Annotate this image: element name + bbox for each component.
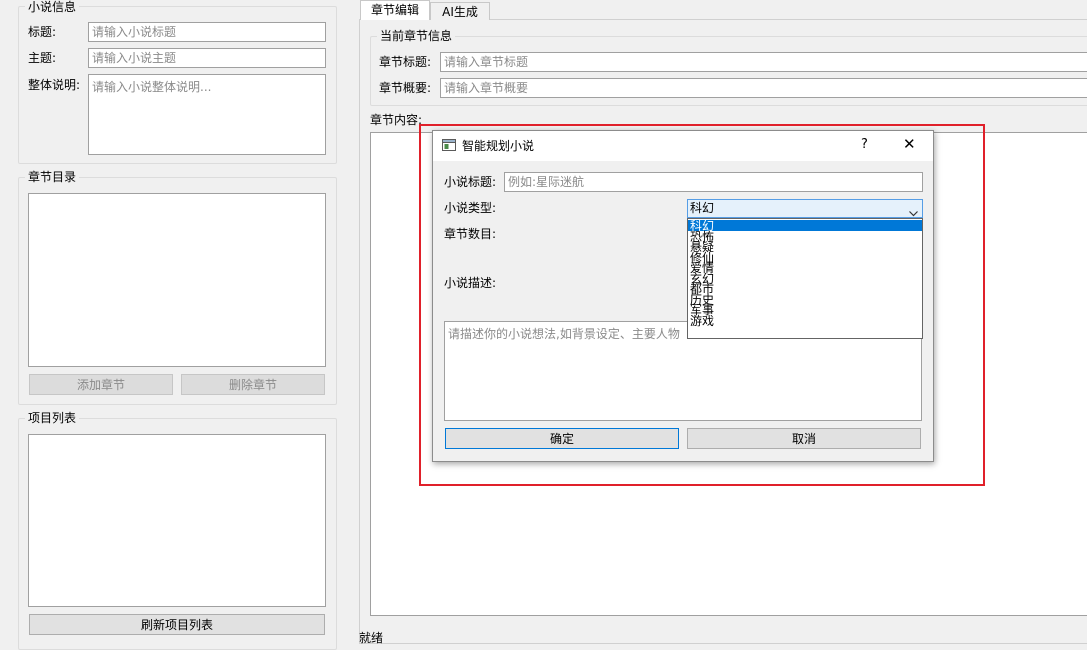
novel-theme-input[interactable] xyxy=(88,48,326,68)
current-chapter-group-title: 当前章节信息 xyxy=(377,29,456,43)
dialog-chapter-count-label: 章节数目: xyxy=(444,227,497,241)
tab-ai-generate[interactable]: AI生成 xyxy=(430,2,490,20)
project-list-group-title: 项目列表 xyxy=(25,411,80,425)
novel-type-option[interactable]: 悬疑 xyxy=(688,241,922,252)
novel-desc-label: 整体说明: xyxy=(28,78,81,92)
chapter-title-label: 章节标题: xyxy=(379,55,432,69)
novel-type-option[interactable]: 爱情 xyxy=(688,262,922,273)
status-text: 就绪 xyxy=(359,631,384,645)
chapter-summary-label: 章节概要: xyxy=(379,81,432,95)
dialog-titlebar: 智能规划小说 ? ✕ xyxy=(433,131,933,161)
chapter-summary-input[interactable] xyxy=(440,78,1087,98)
novel-desc-textarea[interactable] xyxy=(88,74,326,155)
novel-title-input[interactable] xyxy=(88,22,326,42)
novel-type-option[interactable]: 军事 xyxy=(688,304,922,315)
novel-theme-label: 主题: xyxy=(28,51,57,65)
delete-chapter-button[interactable]: 删除章节 xyxy=(181,374,325,395)
novel-type-option[interactable]: 玄幻 xyxy=(688,273,922,284)
novel-type-option[interactable]: 恐怖 xyxy=(688,231,922,242)
novel-type-option[interactable]: 历史 xyxy=(688,294,922,305)
app-window-icon xyxy=(442,139,456,151)
chapter-toc-group-title: 章节目录 xyxy=(25,170,80,184)
dialog-title: 智能规划小说 xyxy=(462,139,535,153)
novel-type-value: 科幻 xyxy=(690,201,715,215)
dialog-novel-title-input[interactable] xyxy=(504,172,923,192)
chapter-content-label: 章节内容: xyxy=(370,113,423,127)
dialog-novel-title-label: 小说标题: xyxy=(444,175,497,189)
project-list[interactable] xyxy=(28,434,326,607)
novel-title-label: 标题: xyxy=(28,25,57,39)
novel-type-option[interactable]: 修仙 xyxy=(688,252,922,263)
ok-button[interactable]: 确定 xyxy=(445,428,679,449)
dialog-novel-desc-label: 小说描述: xyxy=(444,276,497,290)
help-button[interactable]: ? xyxy=(861,137,868,153)
chapter-title-input[interactable] xyxy=(440,52,1087,72)
tab-chapter-edit[interactable]: 章节编辑 xyxy=(360,0,430,20)
novel-type-combobox[interactable]: 科幻 xyxy=(687,199,923,218)
close-icon[interactable]: ✕ xyxy=(903,136,916,152)
refresh-project-list-button[interactable]: 刷新项目列表 xyxy=(29,614,325,635)
novel-type-dropdown[interactable]: 科幻 恐怖 悬疑 修仙 爱情 玄幻 都市 历史 军事 游戏 xyxy=(687,218,923,339)
novel-type-option[interactable]: 游戏 xyxy=(688,315,922,326)
novel-info-group-title: 小说信息 xyxy=(25,0,80,14)
novel-type-option[interactable]: 都市 xyxy=(688,283,922,294)
plan-novel-dialog: 智能规划小说 ? ✕ 小说标题: 小说类型: 科幻 章节数目: 小说描述: 确定… xyxy=(432,130,934,462)
add-chapter-button[interactable]: 添加章节 xyxy=(29,374,173,395)
chapter-list[interactable] xyxy=(28,193,326,367)
cancel-button[interactable]: 取消 xyxy=(687,428,921,449)
novel-type-option-list: 科幻 恐怖 悬疑 修仙 爱情 玄幻 都市 历史 军事 游戏 xyxy=(688,219,922,326)
dialog-novel-type-label: 小说类型: xyxy=(444,201,497,215)
novel-type-option[interactable]: 科幻 xyxy=(688,220,922,232)
